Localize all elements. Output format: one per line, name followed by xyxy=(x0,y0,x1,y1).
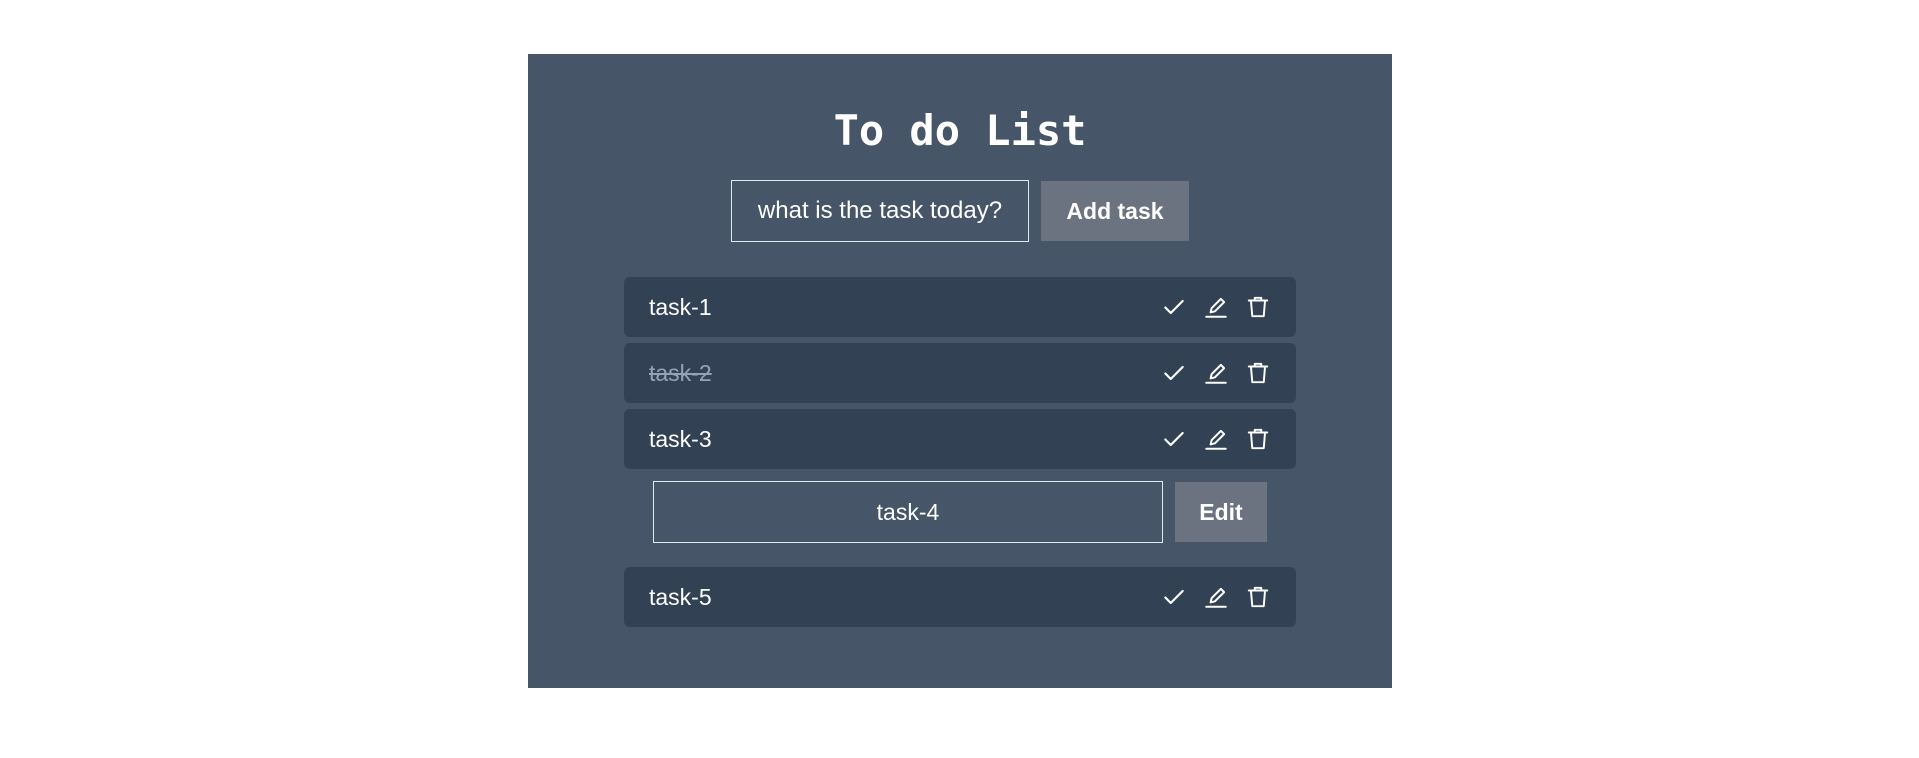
pencil-icon[interactable] xyxy=(1203,294,1229,320)
add-task-button[interactable]: Add task xyxy=(1041,181,1189,241)
task-label: task-3 xyxy=(649,426,712,452)
check-icon[interactable] xyxy=(1161,294,1187,320)
pencil-icon[interactable] xyxy=(1203,426,1229,452)
task-item: task-3 xyxy=(624,409,1296,469)
task-actions xyxy=(1161,584,1271,610)
check-icon[interactable] xyxy=(1161,426,1187,452)
check-icon[interactable] xyxy=(1161,360,1187,386)
add-task-form: Add task xyxy=(528,180,1392,242)
todo-app: To do List Add task task-1 task-2 xyxy=(528,54,1392,688)
task-input[interactable] xyxy=(731,180,1029,242)
trash-icon[interactable] xyxy=(1245,426,1271,452)
task-actions xyxy=(1161,360,1271,386)
pencil-icon[interactable] xyxy=(1203,584,1229,610)
task-item: task-5 xyxy=(624,567,1296,627)
task-actions xyxy=(1161,426,1271,452)
task-item: task-1 xyxy=(624,277,1296,337)
trash-icon[interactable] xyxy=(1245,584,1271,610)
trash-icon[interactable] xyxy=(1245,360,1271,386)
task-item: task-2 xyxy=(624,343,1296,403)
edit-task-form: Edit xyxy=(624,481,1296,543)
edit-task-input[interactable] xyxy=(653,481,1163,543)
task-list: task-1 task-2 task-3 task-4 Edit task-5 xyxy=(624,277,1296,633)
pencil-icon[interactable] xyxy=(1203,360,1229,386)
check-icon[interactable] xyxy=(1161,584,1187,610)
task-label: task-1 xyxy=(649,294,712,320)
task-label: task-5 xyxy=(649,584,712,610)
edit-button[interactable]: Edit xyxy=(1175,482,1267,542)
task-actions xyxy=(1161,294,1271,320)
page-title: To do List xyxy=(833,106,1087,155)
trash-icon[interactable] xyxy=(1245,294,1271,320)
task-label-completed: task-2 xyxy=(649,360,712,386)
